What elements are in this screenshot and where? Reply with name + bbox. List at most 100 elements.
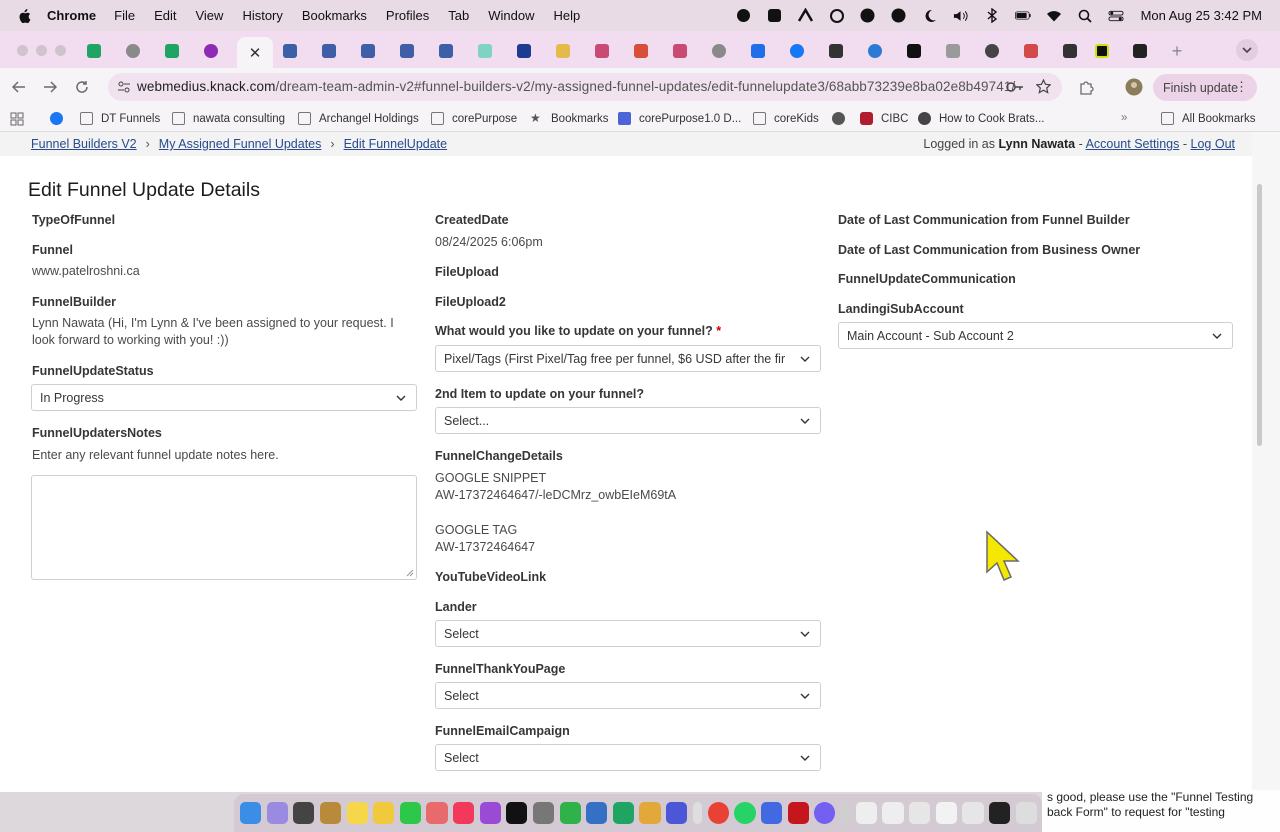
menu-history[interactable]: History xyxy=(242,8,282,23)
back-button[interactable] xyxy=(10,78,28,96)
tab-edge[interactable] xyxy=(858,41,892,61)
tab-globe-2[interactable] xyxy=(702,41,736,61)
resize-handle-icon[interactable] xyxy=(406,569,414,577)
tab-sheets-2[interactable] xyxy=(155,41,189,61)
bluetooth-icon[interactable] xyxy=(984,8,1000,24)
mission-control-icon[interactable] xyxy=(293,802,315,824)
system-settings-icon[interactable] xyxy=(532,802,555,824)
viber-icon[interactable] xyxy=(814,802,836,824)
tab-vimeo[interactable] xyxy=(1085,41,1119,61)
menu-edit[interactable]: Edit xyxy=(154,8,176,23)
page-scrollbar[interactable] xyxy=(1252,132,1280,792)
bookmark-star-icon[interactable] xyxy=(1036,79,1051,94)
bookmark-dt-funnels[interactable]: DT Funnels xyxy=(80,112,160,125)
document-thumb-icon[interactable] xyxy=(935,802,957,824)
star-app-icon[interactable] xyxy=(666,802,688,824)
tab-globe-1[interactable] xyxy=(116,41,150,61)
bookmark-corekids[interactable]: coreKids xyxy=(753,112,819,125)
bookmark-brats[interactable]: How to Cook Brats... xyxy=(918,112,1044,125)
window-close-light[interactable] xyxy=(17,45,28,56)
account-settings-link[interactable]: Account Settings xyxy=(1086,137,1180,151)
fantastical-status-icon[interactable] xyxy=(891,8,907,24)
thank-you-page-select[interactable]: Select xyxy=(435,682,821,709)
tab-facebook[interactable] xyxy=(780,41,814,61)
profile-avatar-icon[interactable] xyxy=(1125,78,1143,96)
cloud-sync-status-icon[interactable] xyxy=(829,8,845,24)
tab-squarespace[interactable] xyxy=(1053,41,1087,61)
control-center-icon[interactable] xyxy=(1108,8,1124,24)
scrollbar-thumb[interactable] xyxy=(1257,184,1262,446)
menu-help[interactable]: Help xyxy=(554,8,581,23)
arc-status-icon[interactable] xyxy=(798,8,814,24)
all-bookmarks-button[interactable]: All Bookmarks xyxy=(1161,112,1256,125)
arc-icon[interactable] xyxy=(760,802,783,824)
tab-knack-1[interactable] xyxy=(273,41,307,61)
bookmark-cibc[interactable]: CIBC xyxy=(860,112,908,125)
asterisk-status-icon[interactable] xyxy=(767,8,783,24)
bookmark-facebook[interactable] xyxy=(50,112,71,125)
tab-knack-3[interactable] xyxy=(351,41,385,61)
menu-profiles[interactable]: Profiles xyxy=(386,8,429,23)
tab-sparkle[interactable] xyxy=(546,41,580,61)
document-thumb-icon[interactable] xyxy=(962,802,984,824)
menu-bookmarks[interactable]: Bookmarks xyxy=(302,8,367,23)
launchpad-icon[interactable] xyxy=(266,802,288,824)
email-campaign-select[interactable]: Select xyxy=(435,744,821,771)
tab-knack-4[interactable] xyxy=(390,41,424,61)
document-thumb-icon[interactable] xyxy=(909,802,931,824)
shield-app-icon[interactable] xyxy=(559,802,581,824)
document-thumb-icon[interactable] xyxy=(882,802,904,824)
finish-update-button[interactable]: Finish update ⋮ xyxy=(1153,74,1257,101)
bookmarks-overflow-button[interactable]: » xyxy=(1121,112,1127,124)
menubar-clock[interactable]: Mon Aug 25 3:42 PM xyxy=(1141,8,1262,23)
lander-select[interactable]: Select xyxy=(435,620,821,647)
update-item-select[interactable]: Pixel/Tags (First Pixel/Tag free per fun… xyxy=(435,345,821,372)
wifi-icon[interactable] xyxy=(1046,8,1062,24)
music-icon[interactable] xyxy=(453,802,475,824)
landingi-subaccount-select[interactable]: Main Account - Sub Account 2 xyxy=(838,322,1233,349)
tab-gmail-2[interactable] xyxy=(624,41,658,61)
apple-tv-icon[interactable] xyxy=(506,802,528,824)
bookmark-corepurpose-d[interactable]: corePurpose1.0 D... xyxy=(618,112,741,125)
preview-icon[interactable] xyxy=(586,802,608,824)
tab-sheets-1[interactable] xyxy=(77,41,111,61)
apps-grid-icon[interactable] xyxy=(10,112,24,126)
tab-active-close[interactable]: ✕ xyxy=(237,37,273,68)
menu-view[interactable]: View xyxy=(195,8,223,23)
tab-lock[interactable] xyxy=(468,41,502,61)
tab-paypal[interactable] xyxy=(507,41,541,61)
bookmark-archangel-holdings[interactable]: Archangel Holdings xyxy=(298,112,419,125)
bookmark-globe[interactable] xyxy=(832,112,853,125)
window-minimize-light[interactable] xyxy=(36,45,47,56)
viber-status-icon[interactable] xyxy=(736,8,752,24)
apple-logo-icon[interactable] xyxy=(17,8,31,23)
password-key-icon[interactable] xyxy=(1006,82,1024,92)
photos-icon[interactable] xyxy=(426,802,448,824)
tab-e[interactable] xyxy=(1123,41,1157,61)
tab-gmail-3[interactable] xyxy=(663,41,697,61)
tab-gmail-1[interactable] xyxy=(585,41,619,61)
bookmark-nawata-consulting[interactable]: nawata consulting xyxy=(172,112,285,125)
numbers-icon[interactable] xyxy=(612,802,634,824)
funnel-update-status-select[interactable]: In Progress xyxy=(31,384,417,411)
tab-plus-red[interactable] xyxy=(1014,41,1048,61)
tab-asterisk[interactable] xyxy=(194,41,228,61)
more-menu-icon[interactable]: ⋮ xyxy=(1235,79,1248,95)
breadcrumb-my-assigned-updates[interactable]: My Assigned Funnel Updates xyxy=(159,137,322,151)
document-thumb-icon[interactable] xyxy=(855,802,878,824)
window-zoom-light[interactable] xyxy=(55,45,66,56)
site-settings-icon[interactable] xyxy=(117,80,131,94)
tab-openai-1[interactable] xyxy=(975,41,1009,61)
tab-search-button[interactable] xyxy=(1236,39,1258,61)
menu-file[interactable]: File xyxy=(114,8,135,23)
tab-z[interactable] xyxy=(819,41,853,61)
bitcoin-status-icon[interactable] xyxy=(860,8,876,24)
menu-window[interactable]: Window xyxy=(488,8,534,23)
podcasts-icon[interactable] xyxy=(479,802,501,824)
breadcrumb-funnel-builders[interactable]: Funnel Builders V2 xyxy=(31,137,137,151)
document-thumb-icon[interactable] xyxy=(988,802,1011,824)
acrobat-icon[interactable] xyxy=(787,802,809,824)
notes-icon[interactable] xyxy=(346,802,368,824)
battery-icon[interactable] xyxy=(1014,8,1031,24)
tab-knack-5[interactable] xyxy=(429,41,463,61)
